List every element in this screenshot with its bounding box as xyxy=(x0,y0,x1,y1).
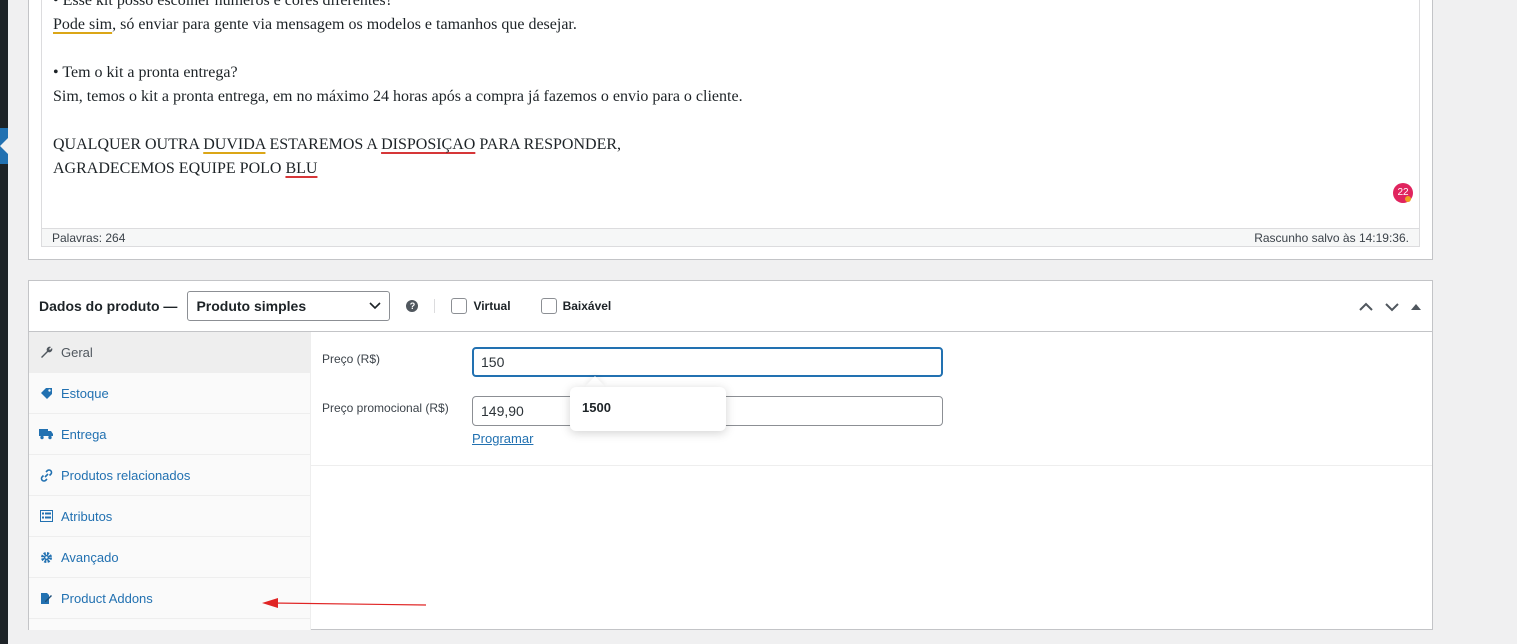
chevron-down-icon xyxy=(369,302,382,310)
tab-label: Avançado xyxy=(61,549,119,565)
spelling-error[interactable]: DISPOSIÇAO xyxy=(381,136,475,153)
admin-sidebar-strip xyxy=(0,0,8,644)
grammar-checker-badge[interactable]: 22 xyxy=(1393,183,1413,203)
checkbox-box[interactable] xyxy=(451,298,468,314)
editor-text: PARA RESPONDER, xyxy=(475,136,622,153)
tab-label: Product Addons xyxy=(61,590,153,606)
editor-text-area[interactable]: • Esse kit posso escolher números e core… xyxy=(41,0,1420,231)
grammar-status-dot xyxy=(1405,196,1411,202)
edit-page-icon xyxy=(39,591,53,605)
tab-avancado[interactable]: Avançado xyxy=(29,537,310,578)
price-label: Preço (R$) xyxy=(322,352,381,366)
grammar-warning[interactable]: DUVIDA xyxy=(203,136,265,153)
tab-label: Geral xyxy=(61,344,93,360)
gear-icon xyxy=(39,550,53,564)
product-type-select[interactable]: Produto simples xyxy=(187,291,391,321)
word-count: Palavras: 264 xyxy=(52,230,126,245)
tab-estoque[interactable]: Estoque xyxy=(29,373,310,414)
checkbox-box[interactable] xyxy=(540,298,557,314)
link-icon xyxy=(39,468,53,482)
list-icon xyxy=(39,509,53,523)
move-down-icon[interactable] xyxy=(1382,297,1402,317)
help-icon[interactable]: ? xyxy=(406,300,419,312)
autocomplete-suggestion[interactable]: 1500 xyxy=(570,387,726,431)
tab-label: Produtos relacionados xyxy=(61,467,191,483)
product-data-title: Dados do produto — xyxy=(39,298,178,314)
sale-price-label: Preço promocional (R$) xyxy=(322,401,449,415)
editor-line: • Esse kit posso escolher números e core… xyxy=(53,0,393,9)
editor-line: Sim, temos o kit a pronta entrega, em no… xyxy=(53,88,743,105)
tab-label: Estoque xyxy=(61,385,109,401)
move-up-icon[interactable] xyxy=(1356,297,1376,317)
downloadable-label: Baixável xyxy=(562,299,612,313)
tab-geral[interactable]: Geral xyxy=(29,332,310,373)
tab-label: Entrega xyxy=(61,426,107,442)
header-divider xyxy=(434,299,436,313)
editor-text: AGRADECEMOS EQUIPE POLO xyxy=(53,160,286,177)
product-data-tabs: Geral Estoque Entrega Produtos relaciona… xyxy=(29,332,311,630)
metabox-controls xyxy=(1356,281,1424,332)
tab-atributos[interactable]: Atributos xyxy=(29,496,310,537)
product-type-value: Produto simples xyxy=(196,298,307,314)
tab-entrega[interactable]: Entrega xyxy=(29,414,310,455)
wrench-icon xyxy=(39,345,53,359)
editor-text: QUALQUER OUTRA xyxy=(53,136,204,153)
editor-text: , só enviar para gente via mensagem os m… xyxy=(112,16,577,33)
editor-status-bar: Palavras: 264 Rascunho salvo às 14:19:36… xyxy=(41,228,1420,247)
virtual-label: Virtual xyxy=(473,299,511,313)
editor-line: Pode sim, só enviar para gente via mensa… xyxy=(53,13,1419,37)
tab-label: Atributos xyxy=(61,508,113,524)
schedule-link[interactable]: Programar xyxy=(472,431,533,446)
grammar-warning[interactable]: Pode sim xyxy=(53,16,112,33)
content-editor: • Esse kit posso escolher números e core… xyxy=(28,0,1433,260)
editor-blank-line xyxy=(53,37,1419,61)
editor-text: ESTAREMOS A xyxy=(265,136,382,153)
draft-saved-status: Rascunho salvo às 14:19:36. xyxy=(1254,230,1409,245)
product-data-header: Dados do produto — Produto simples ? Vir… xyxy=(29,281,1432,332)
annotation-arrow-icon xyxy=(262,598,427,608)
editor-line: QUALQUER OUTRA DUVIDA ESTAREMOS A DISPOS… xyxy=(53,133,1419,157)
editor-blank-line xyxy=(53,109,1419,133)
virtual-checkbox[interactable]: Virtual xyxy=(451,298,511,314)
current-menu-arrow-icon xyxy=(0,138,8,154)
downloadable-checkbox[interactable]: Baixável xyxy=(540,298,612,314)
spelling-error[interactable]: BLU xyxy=(285,160,317,177)
product-data-metabox: Dados do produto — Produto simples ? Vir… xyxy=(28,280,1433,630)
general-panel: Preço (R$) 150 Preço promocional (R$) 14… xyxy=(311,332,1432,466)
truck-icon xyxy=(39,427,53,441)
tab-produtos-relacionados[interactable]: Produtos relacionados xyxy=(29,455,310,496)
editor-line: • Tem o kit a pronta entrega? xyxy=(53,64,238,81)
tag-icon xyxy=(39,386,53,400)
collapse-toggle-icon[interactable] xyxy=(1408,297,1424,317)
price-input[interactable]: 150 xyxy=(472,347,943,377)
editor-line: AGRADECEMOS EQUIPE POLO BLU xyxy=(53,157,1419,181)
